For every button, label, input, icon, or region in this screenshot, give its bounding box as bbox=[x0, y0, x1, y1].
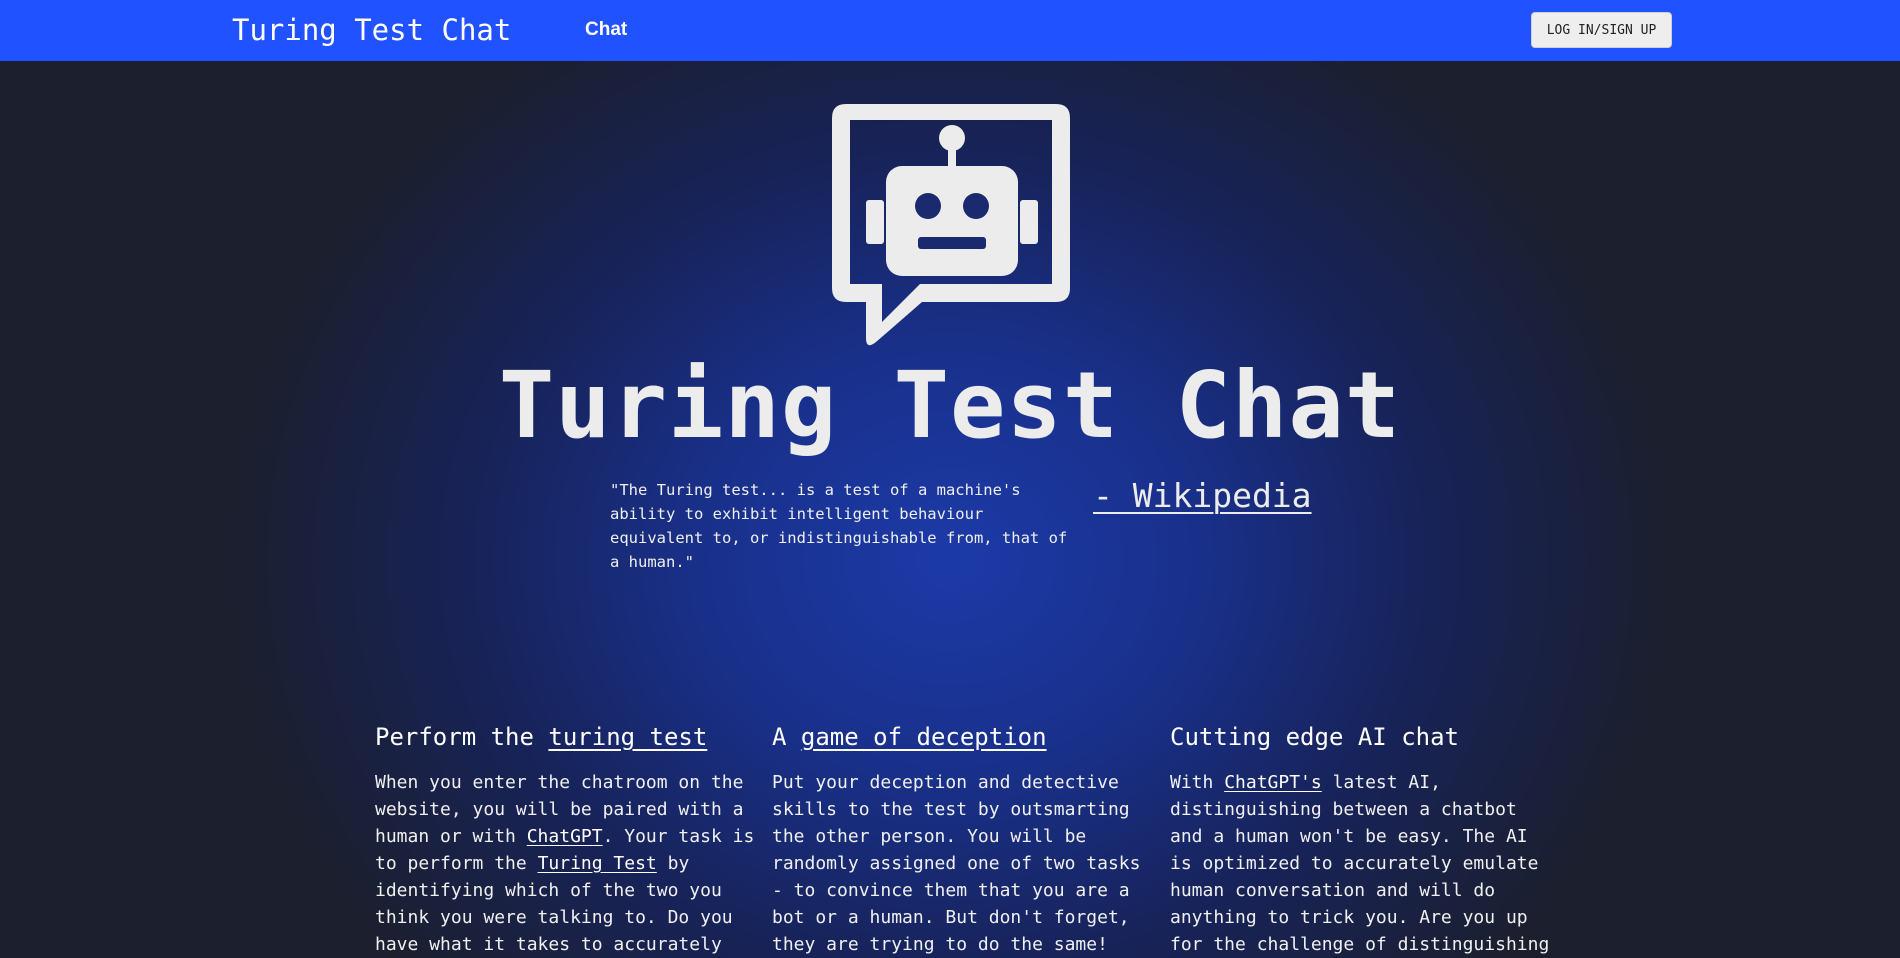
feature-perform-turing-test: Perform the turing test When you enter t… bbox=[375, 723, 755, 958]
feature-title: Perform the turing test bbox=[375, 723, 755, 751]
turing-test-link[interactable]: turing test bbox=[548, 723, 707, 751]
wikipedia-quote: "The Turing test... is a test of a machi… bbox=[610, 481, 1068, 571]
feature-cutting-edge-ai: Cutting edge AI chat With ChatGPT's late… bbox=[1170, 723, 1550, 958]
hero-title: Turing Test Chat bbox=[498, 352, 1402, 459]
body-text: latest AI, distinguishing between a chat… bbox=[1170, 772, 1550, 955]
feature-title: A game of deception bbox=[772, 723, 1152, 751]
wikipedia-link[interactable]: - Wikipedia bbox=[1093, 476, 1312, 515]
feature-body: With ChatGPT's latest AI, distinguishing… bbox=[1170, 769, 1550, 958]
login-signup-button[interactable]: LOG IN/SIGN UP bbox=[1531, 12, 1672, 48]
inline-link[interactable]: ChatGPT bbox=[527, 826, 603, 847]
body-text: With bbox=[1170, 772, 1225, 793]
feature-body: When you enter the chatroom on the websi… bbox=[375, 769, 755, 958]
brand-link[interactable]: Turing Test Chat bbox=[232, 13, 511, 47]
feature-title: Cutting edge AI chat bbox=[1170, 723, 1550, 751]
nav-link-chat[interactable]: Chat bbox=[585, 19, 627, 41]
feature-title-prefix: Cutting edge AI chat bbox=[1170, 723, 1459, 751]
feature-game-of-deception: A game of deception Put your deception a… bbox=[772, 723, 1152, 958]
top-navbar: Turing Test Chat Chat LOG IN/SIGN UP bbox=[0, 0, 1900, 61]
feature-title-prefix: A bbox=[772, 723, 801, 751]
body-text: Put your deception and detective skills … bbox=[772, 772, 1141, 955]
inline-link[interactable]: ChatGPT's bbox=[1224, 772, 1322, 793]
feature-body: Put your deception and detective skills … bbox=[772, 769, 1152, 958]
inline-link[interactable]: Turing Test bbox=[538, 853, 657, 874]
robot-chat-bubble-icon bbox=[832, 104, 1070, 346]
game-of-deception-link[interactable]: game of deception bbox=[801, 723, 1047, 751]
feature-title-prefix: Perform the bbox=[375, 723, 549, 751]
